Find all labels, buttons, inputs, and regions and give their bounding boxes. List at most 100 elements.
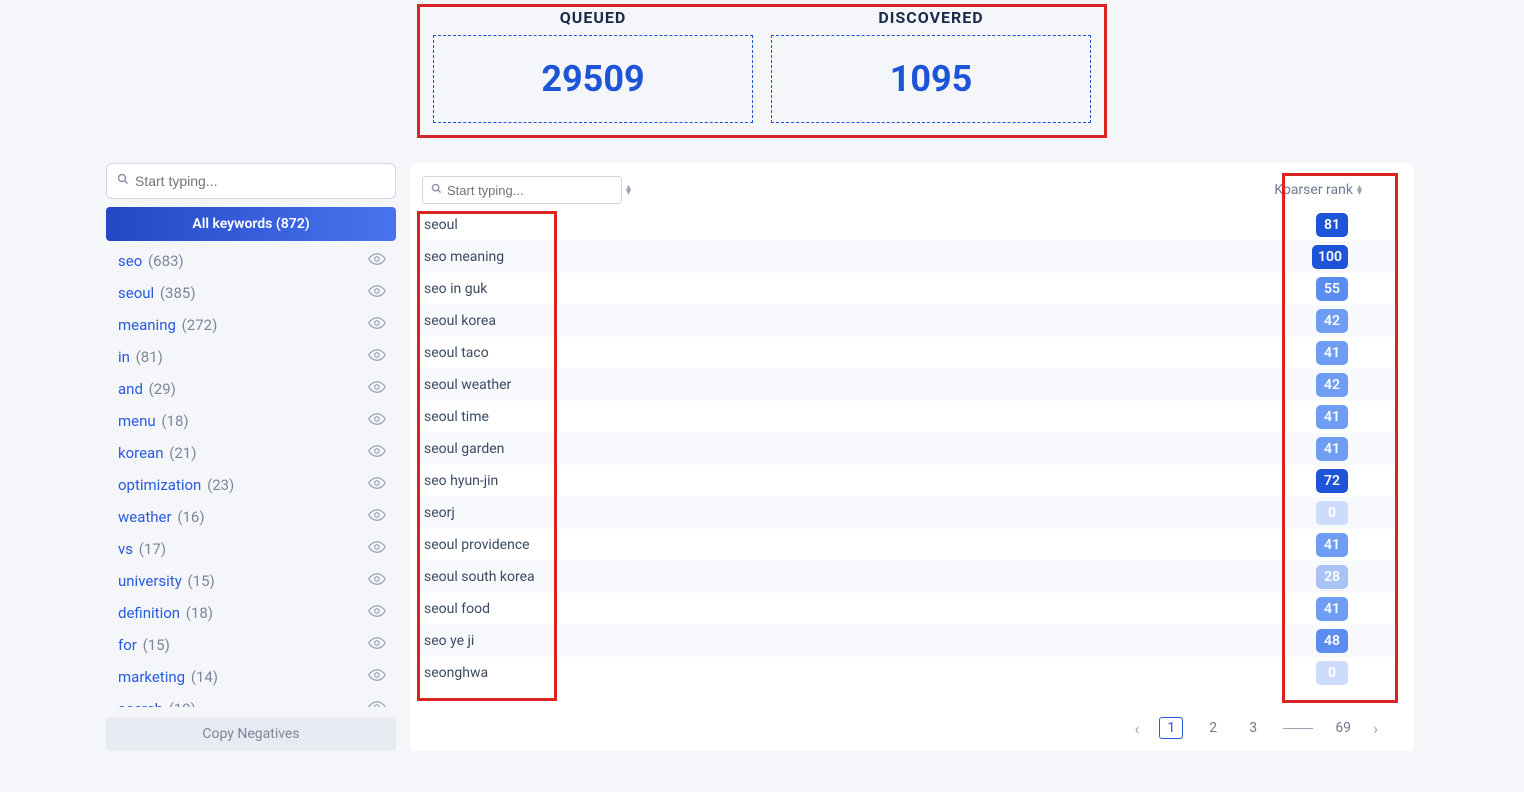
- kw-word: in: [118, 348, 130, 366]
- eye-icon[interactable]: [368, 538, 386, 560]
- table-row[interactable]: seoul korea42: [418, 305, 1398, 337]
- eye-icon[interactable]: [368, 666, 386, 688]
- eye-icon[interactable]: [368, 570, 386, 592]
- table-row[interactable]: seoul weather42: [418, 369, 1398, 401]
- table-row[interactable]: seo ye ji48: [418, 625, 1398, 657]
- sidebar-search-input[interactable]: [135, 173, 385, 189]
- rank-cell: 100: [1312, 245, 1348, 269]
- keyword-list[interactable]: seo (683)seoul (385)meaning (272)in (81)…: [106, 245, 396, 707]
- table-row[interactable]: seonghwa0: [418, 657, 1398, 689]
- sidebar-item[interactable]: and (29): [106, 373, 390, 405]
- copy-negatives-button[interactable]: Copy Negatives: [106, 717, 396, 751]
- kw-count: (272): [182, 316, 218, 334]
- table-row[interactable]: seo in guk55: [418, 273, 1398, 305]
- eye-icon[interactable]: [368, 698, 386, 707]
- eye-icon[interactable]: [368, 442, 386, 464]
- table-row[interactable]: seoul81: [418, 209, 1398, 241]
- kw-word: korean: [118, 444, 164, 462]
- rank-badge: 28: [1316, 565, 1348, 589]
- table-body: seoul81seo meaning100seo in guk55seoul k…: [418, 209, 1398, 707]
- sidebar-item[interactable]: university (15): [106, 565, 390, 597]
- rank-cell: 55: [1316, 277, 1348, 301]
- rank-cell: 41: [1316, 437, 1348, 461]
- rank-badge: 41: [1316, 533, 1348, 557]
- table-row[interactable]: seoul food41: [418, 593, 1398, 625]
- rank-badge: 0: [1316, 661, 1348, 685]
- search-icon: [117, 173, 129, 189]
- keyword-cell: seoul providence: [424, 537, 530, 553]
- sidebar-search[interactable]: [106, 163, 396, 199]
- eye-icon[interactable]: [368, 602, 386, 624]
- sidebar-item[interactable]: marketing (14): [106, 661, 390, 693]
- sidebar-item[interactable]: seoul (385): [106, 277, 390, 309]
- eye-icon[interactable]: [368, 378, 386, 400]
- kw-count: (15): [143, 636, 170, 654]
- rank-badge: 42: [1316, 373, 1348, 397]
- sort-icon[interactable]: ▴▾: [626, 185, 631, 195]
- table-row[interactable]: seoul providence 41: [418, 529, 1398, 561]
- rank-cell: 41: [1316, 533, 1348, 557]
- eye-icon[interactable]: [368, 410, 386, 432]
- kw-word: and: [118, 380, 143, 398]
- rank-badge: 41: [1316, 597, 1348, 621]
- pagination: ‹ 1 2 3 69 ›: [418, 707, 1398, 739]
- keyword-cell: seoul garden: [424, 441, 504, 457]
- table-row[interactable]: seo meaning100: [418, 241, 1398, 273]
- eye-icon[interactable]: [368, 314, 386, 336]
- table-search-input[interactable]: [447, 183, 623, 198]
- chevron-left-icon[interactable]: ‹: [1135, 719, 1140, 738]
- sidebar-item[interactable]: search (19): [106, 693, 390, 707]
- kw-count: (81): [136, 348, 163, 366]
- kw-count: (23): [207, 476, 234, 494]
- rank-badge: 72: [1316, 469, 1348, 493]
- all-keywords-button[interactable]: All keywords (872): [106, 207, 396, 241]
- sidebar-item[interactable]: for (15): [106, 629, 390, 661]
- page-1[interactable]: 1: [1159, 717, 1183, 739]
- page-3[interactable]: 3: [1243, 720, 1263, 736]
- table-row[interactable]: seo hyun-jin72: [418, 465, 1398, 497]
- kw-word: for: [118, 636, 137, 654]
- rank-cell: 41: [1316, 597, 1348, 621]
- stats-container: QUEUED 29509 DISCOVERED 1095: [0, 0, 1524, 123]
- table-row[interactable]: seorj0: [418, 497, 1398, 529]
- sidebar-item[interactable]: optimization (23): [106, 469, 390, 501]
- sidebar-item[interactable]: meaning (272): [106, 309, 390, 341]
- page-2[interactable]: 2: [1203, 720, 1223, 736]
- rank-badge: 100: [1312, 245, 1348, 269]
- sidebar-item[interactable]: weather (16): [106, 501, 390, 533]
- chevron-right-icon[interactable]: ›: [1373, 719, 1378, 738]
- stat-value-queued: 29509: [541, 58, 644, 100]
- stat-card-queued: QUEUED 29509: [433, 8, 753, 123]
- sidebar-item[interactable]: korean (21): [106, 437, 390, 469]
- eye-icon[interactable]: [368, 634, 386, 656]
- page-last[interactable]: 69: [1333, 720, 1353, 736]
- sort-icon[interactable]: ▴▾: [1357, 185, 1362, 195]
- sidebar-item[interactable]: seo (683): [106, 245, 390, 277]
- sidebar-item[interactable]: definition (18): [106, 597, 390, 629]
- sidebar-item[interactable]: vs (17): [106, 533, 390, 565]
- kw-count: (29): [149, 380, 176, 398]
- rank-column-header[interactable]: Kparser rank ▴▾: [1274, 182, 1362, 198]
- kw-count: (14): [191, 668, 218, 686]
- eye-icon[interactable]: [368, 250, 386, 272]
- eye-icon[interactable]: [368, 506, 386, 528]
- table-row[interactable]: seoul time41: [418, 401, 1398, 433]
- sidebar-item[interactable]: menu (18): [106, 405, 390, 437]
- table-search[interactable]: [422, 176, 622, 204]
- rank-badge: 42: [1316, 309, 1348, 333]
- table-row[interactable]: seoul taco 41: [418, 337, 1398, 369]
- kw-word: search: [118, 700, 163, 707]
- keyword-cell: seoul taco: [424, 345, 489, 361]
- eye-icon[interactable]: [368, 474, 386, 496]
- keyword-cell: seoul: [424, 217, 458, 233]
- kw-word: university: [118, 572, 182, 590]
- rank-cell: 42: [1316, 373, 1348, 397]
- eye-icon[interactable]: [368, 282, 386, 304]
- rank-cell: 42: [1316, 309, 1348, 333]
- eye-icon[interactable]: [368, 346, 386, 368]
- sidebar-item[interactable]: in (81): [106, 341, 390, 373]
- stat-label: DISCOVERED: [771, 8, 1091, 35]
- table-row[interactable]: seoul garden 41: [418, 433, 1398, 465]
- table-row[interactable]: seoul south korea28: [418, 561, 1398, 593]
- rank-badge: 41: [1316, 341, 1348, 365]
